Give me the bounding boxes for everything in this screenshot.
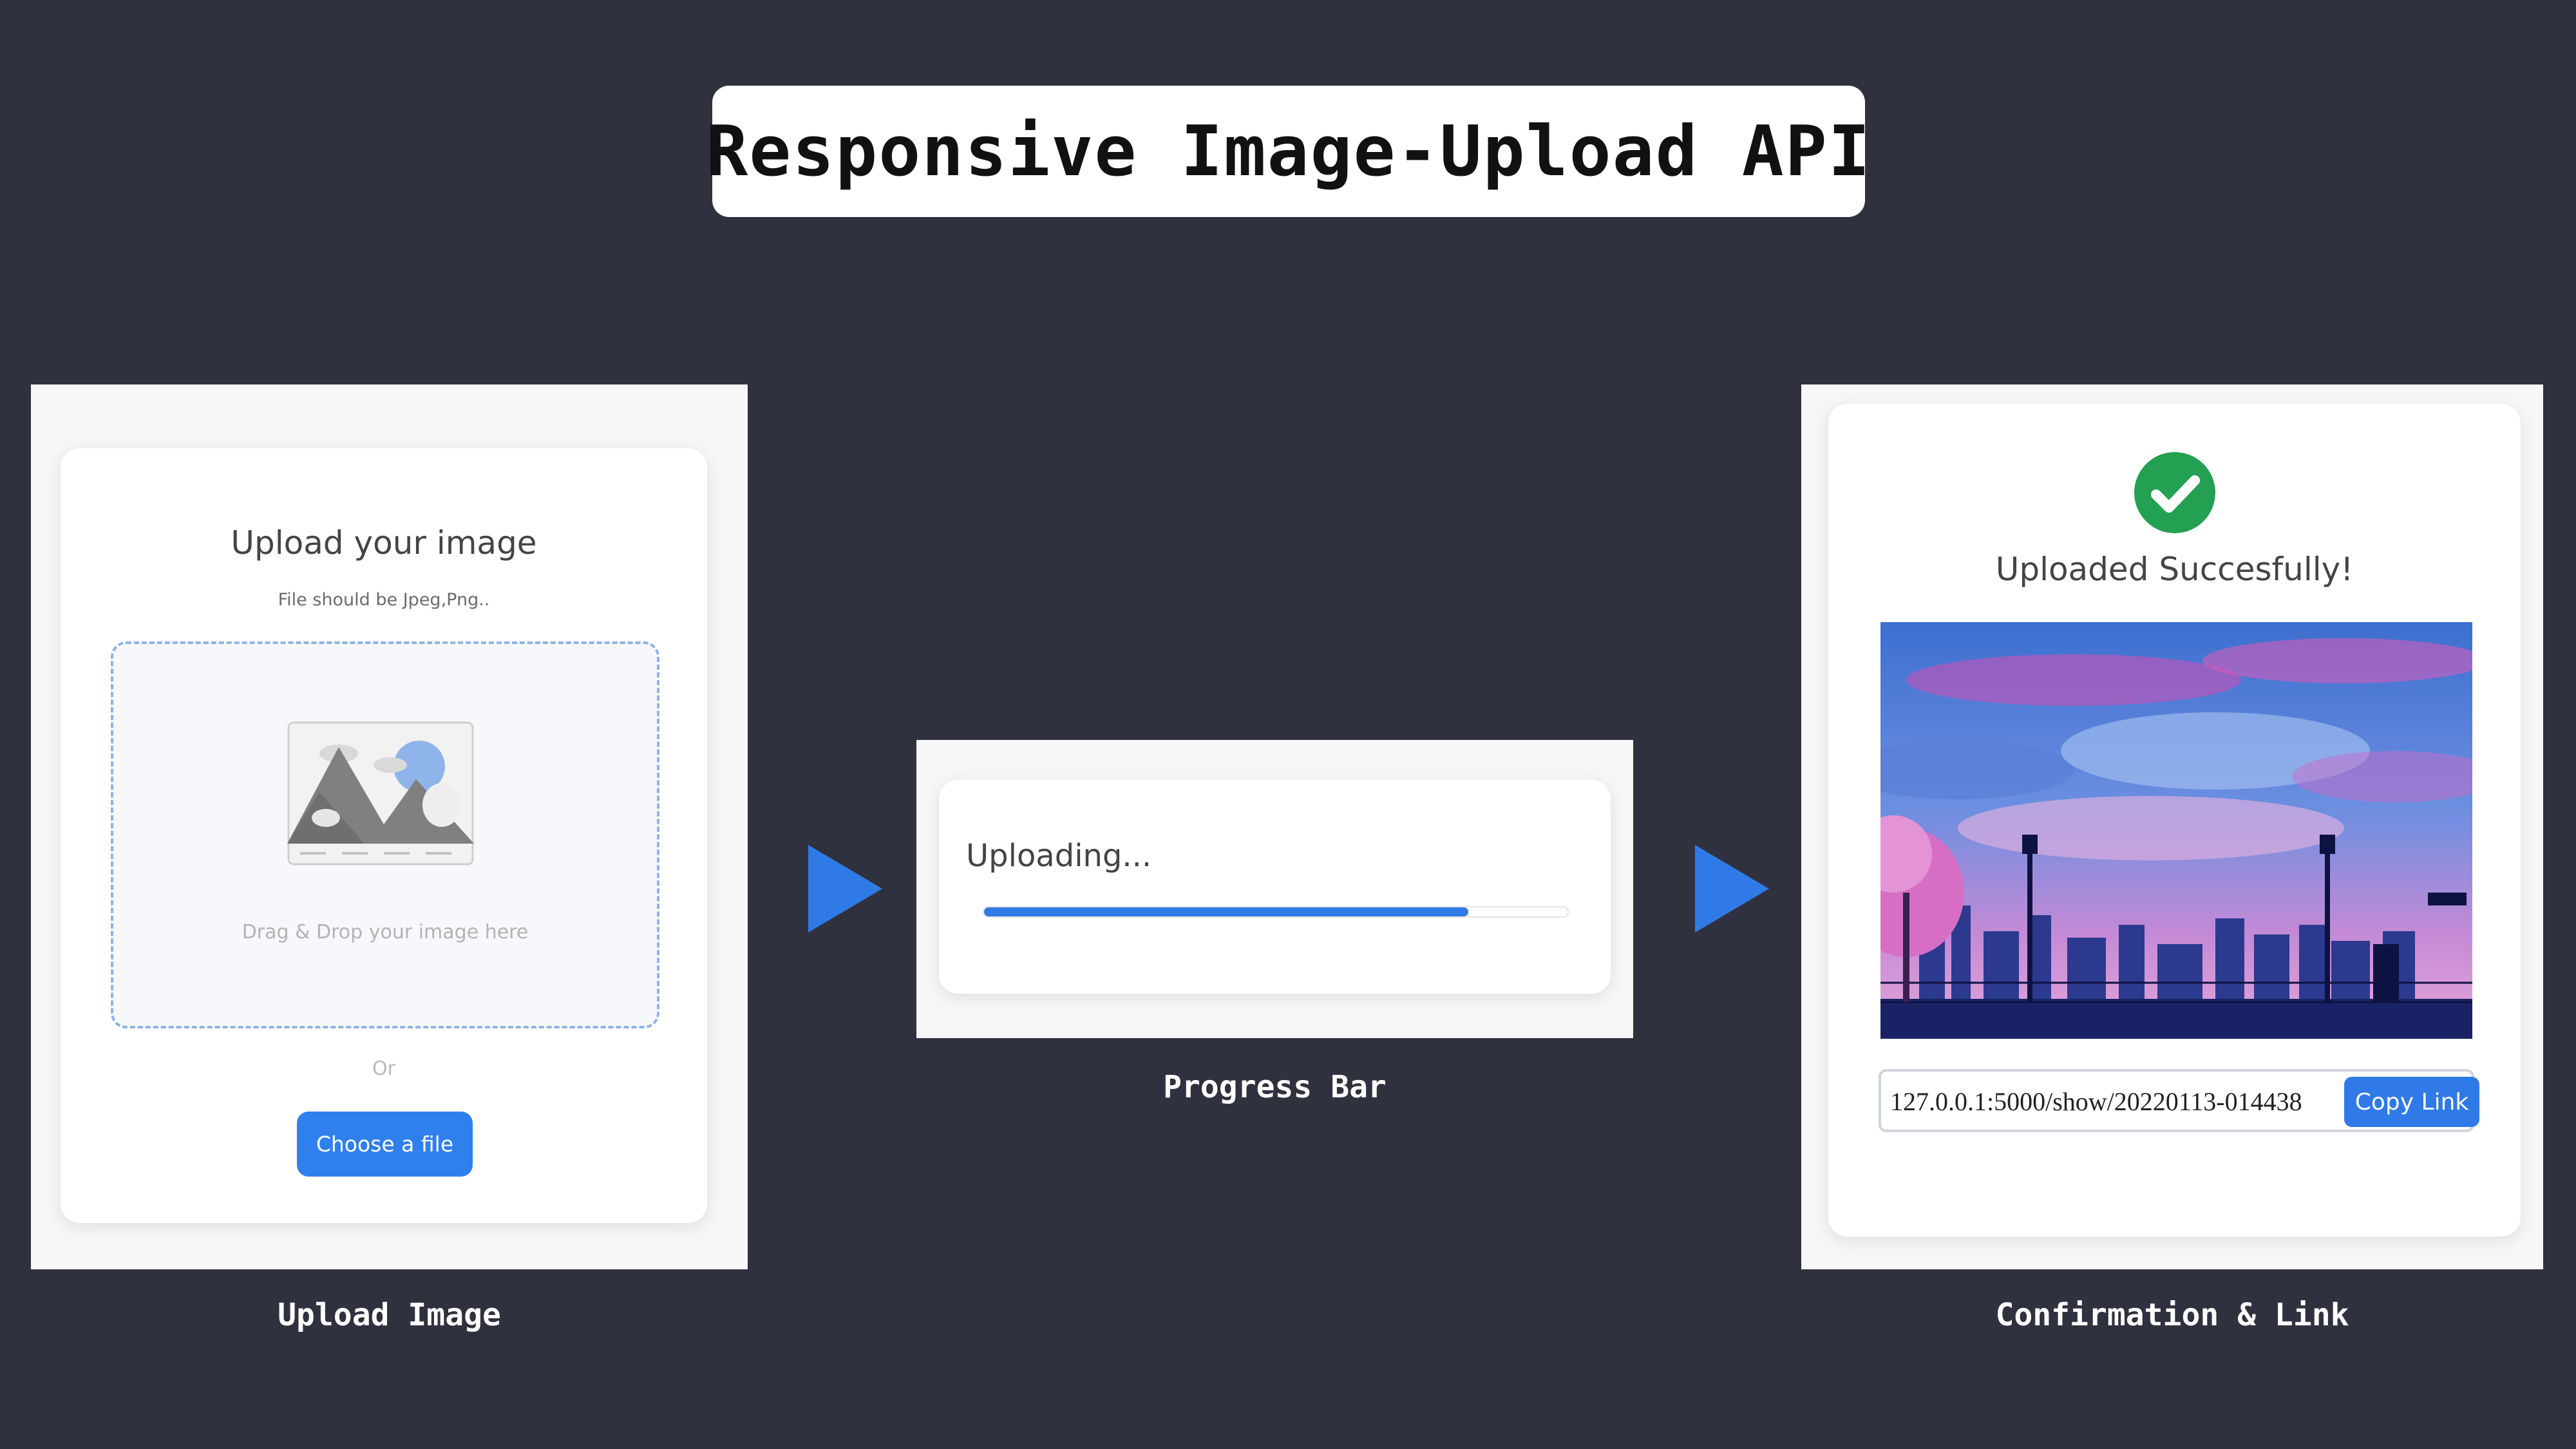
arrow-right-icon (1695, 845, 1769, 933)
upload-caption: Upload Image (278, 1297, 501, 1333)
arrow-right-icon (808, 845, 882, 933)
upload-card: Upload your image File should be Jpeg,Pn… (61, 448, 707, 1223)
progress-card: Uploading... (939, 780, 1611, 994)
confirmation-card: Uploaded Succesfully! 127.0.0.1:5000/sho… (1828, 404, 2521, 1236)
upload-screenshot-frame: Upload your image File should be Jpeg,Pn… (31, 384, 748, 1269)
progress-bar-fill (984, 907, 1468, 916)
share-link-group: Copy Link (1879, 1069, 2479, 1132)
page-title: Responsive Image-Upload API (706, 111, 1871, 192)
drop-zone-text: Drag & Drop your image here (242, 921, 529, 943)
image-placeholder-icon (287, 721, 474, 866)
confirmation-screenshot-frame: Uploaded Succesfully! 127.0.0.1:5000/sho… (1801, 384, 2543, 1269)
copy-link-button[interactable]: Copy Link (2344, 1077, 2479, 1127)
upload-success-message: Uploaded Succesfully! (1995, 551, 2354, 588)
upload-heading: Upload your image (231, 524, 537, 562)
uploaded-image-preview (1880, 622, 2472, 1039)
share-link-input[interactable] (1890, 1081, 2341, 1122)
or-divider-text: Or (372, 1057, 395, 1080)
choose-file-button[interactable]: Choose a file (297, 1112, 473, 1177)
confirmation-caption: Confirmation & Link (1995, 1297, 2349, 1333)
progress-bar (983, 906, 1569, 918)
progress-caption: Progress Bar (1163, 1069, 1387, 1105)
progress-screenshot-frame: Uploading... (916, 740, 1633, 1038)
uploading-status-text: Uploading... (966, 838, 1152, 874)
page-title-box: Responsive Image-Upload API (706, 86, 1870, 217)
upload-subheading: File should be Jpeg,Png.. (278, 590, 490, 610)
check-circle-icon (2134, 452, 2215, 533)
drop-zone[interactable]: Drag & Drop your image here (111, 641, 659, 1028)
